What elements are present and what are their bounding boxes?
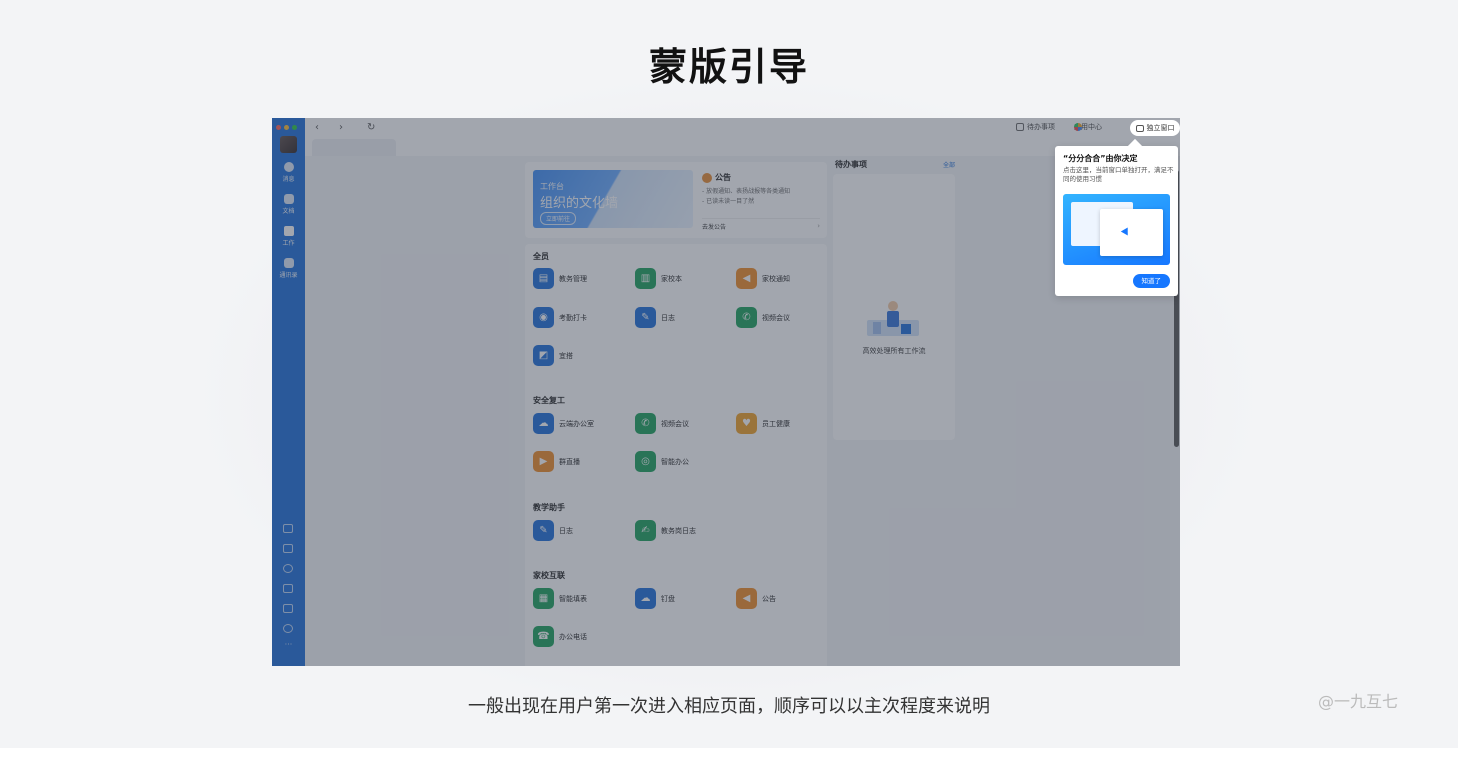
standalone-window-button[interactable]: 独立窗口: [1130, 120, 1180, 136]
guide-mask-overlay: [272, 118, 1180, 666]
popover-title: “分分合合”由你决定: [1063, 154, 1138, 163]
window-icon: [1135, 124, 1144, 132]
window-illustration: [1100, 209, 1163, 256]
standalone-window-label: 独立窗口: [1146, 124, 1175, 132]
got-it-button[interactable]: 知道了: [1132, 274, 1170, 288]
bottom-strip: [0, 748, 1458, 772]
app-screenshot: 消息 文档 工作 通讯录 ··· ‹ › ↻ 待办事项 应用中心 工作台 组织的…: [272, 118, 1180, 666]
guide-popover: “分分合合”由你决定 点击这里，当前窗口单独打开，满足不同的使用习惯 知道了: [1055, 138, 1178, 296]
watermark: @一九互七: [1318, 692, 1399, 711]
caption: 一般出现在用户第一次进入相应页面，顺序可以以主次程度来说明: [468, 696, 990, 717]
popover-illustration: [1063, 194, 1170, 265]
popover-description: 点击这里，当前窗口单独打开，满足不同的使用习惯: [1063, 166, 1174, 183]
